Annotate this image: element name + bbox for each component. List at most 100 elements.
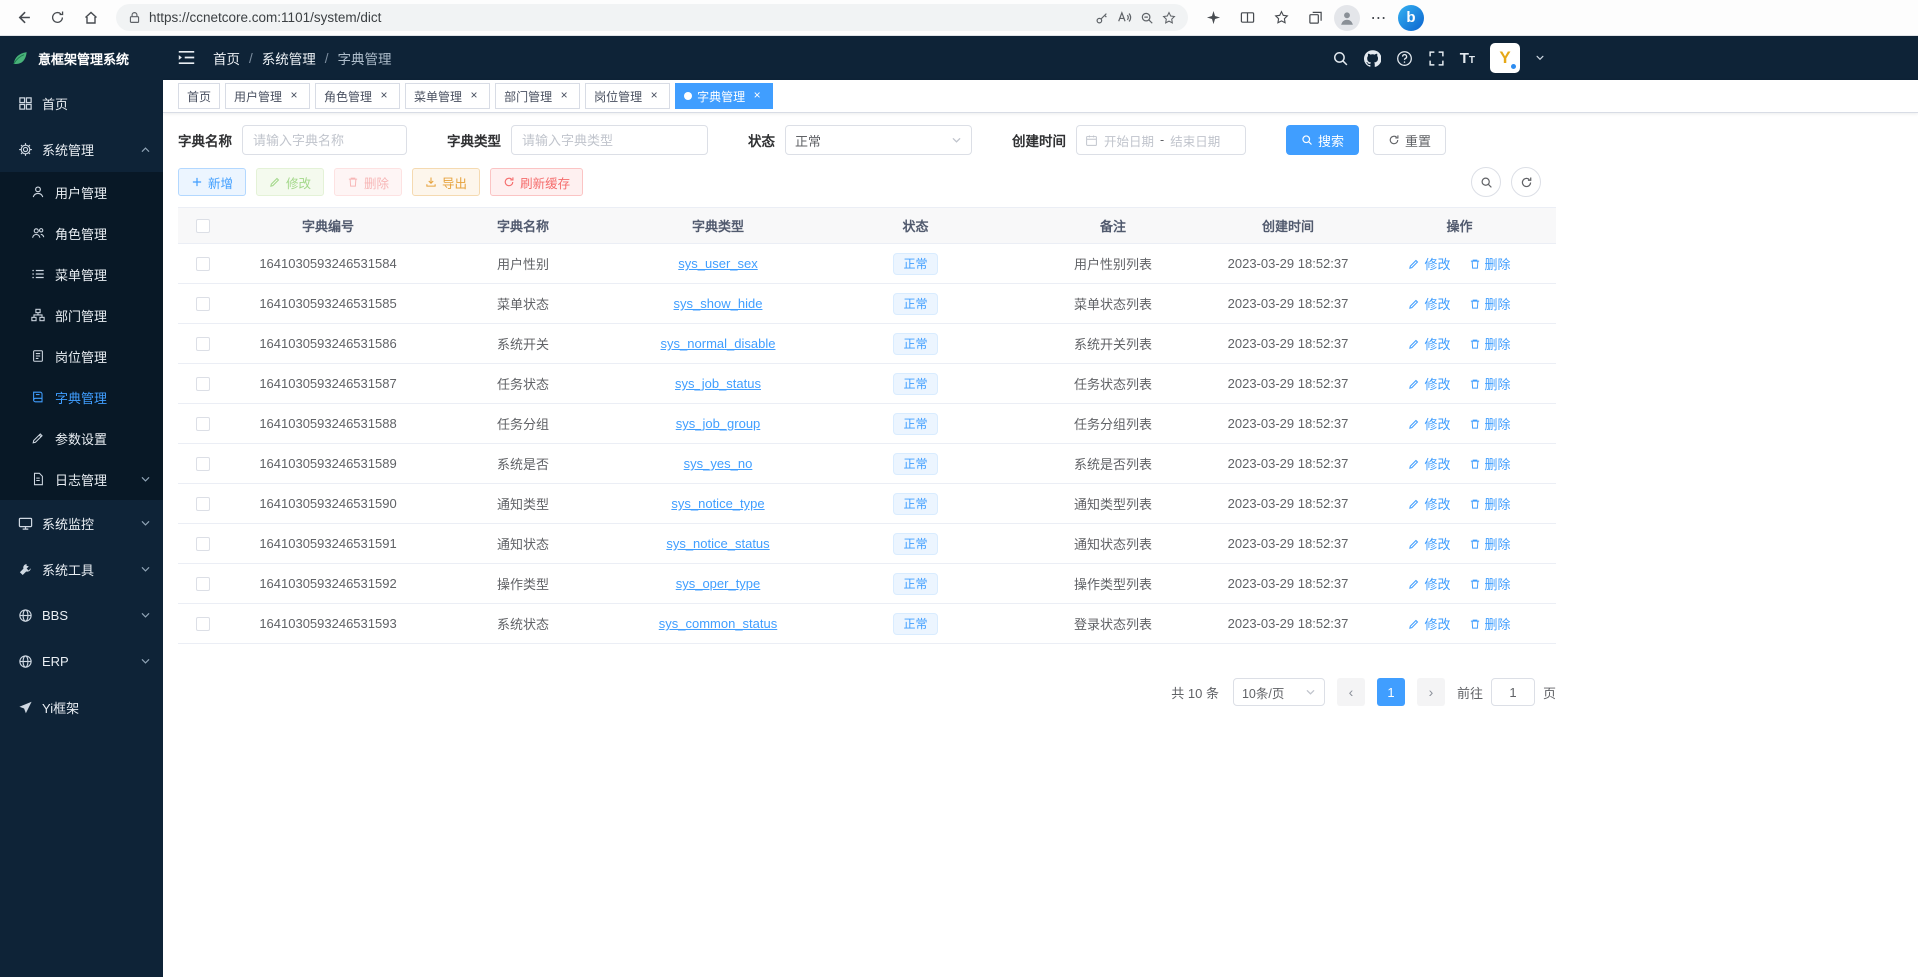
dict-type-input[interactable] bbox=[511, 125, 708, 155]
sidebar-item-post-mgmt[interactable]: 岗位管理 bbox=[0, 336, 163, 377]
export-button[interactable]: 导出 bbox=[412, 168, 480, 196]
row-edit-button[interactable]: 修改 bbox=[1408, 494, 1450, 513]
row-delete-button[interactable]: 删除 bbox=[1469, 294, 1511, 313]
page-1-button[interactable]: 1 bbox=[1377, 678, 1405, 706]
row-edit-button[interactable]: 修改 bbox=[1408, 334, 1450, 353]
sidebar-item-dict-mgmt[interactable]: 字典管理 bbox=[0, 377, 163, 418]
next-page-button[interactable]: › bbox=[1417, 678, 1445, 706]
dict-type-link[interactable]: sys_job_status bbox=[675, 376, 761, 391]
reset-button[interactable]: 重置 bbox=[1373, 125, 1446, 155]
collections-icon[interactable] bbox=[1300, 4, 1330, 32]
more-menu-icon[interactable]: ⋯ bbox=[1364, 4, 1394, 32]
split-screen-icon[interactable] bbox=[1232, 4, 1262, 32]
select-all-checkbox[interactable] bbox=[196, 219, 210, 233]
tab-item[interactable]: 岗位管理× bbox=[585, 83, 670, 109]
favorites-icon[interactable] bbox=[1266, 4, 1296, 32]
close-icon[interactable]: × bbox=[750, 89, 764, 103]
row-checkbox[interactable] bbox=[196, 497, 210, 511]
favorite-add-icon[interactable] bbox=[1162, 11, 1176, 25]
search-icon[interactable] bbox=[1332, 50, 1349, 67]
refresh-table-button[interactable] bbox=[1511, 167, 1541, 197]
font-size-icon[interactable]: TT bbox=[1460, 51, 1475, 66]
dict-type-link[interactable]: sys_common_status bbox=[659, 616, 778, 631]
edit-button[interactable]: 修改 bbox=[256, 168, 324, 196]
row-checkbox[interactable] bbox=[196, 537, 210, 551]
dict-type-link[interactable]: sys_job_group bbox=[676, 416, 761, 431]
row-checkbox[interactable] bbox=[196, 377, 210, 391]
row-checkbox[interactable] bbox=[196, 297, 210, 311]
dict-type-link[interactable]: sys_yes_no bbox=[684, 456, 753, 471]
row-checkbox[interactable] bbox=[196, 337, 210, 351]
close-icon[interactable]: × bbox=[377, 89, 391, 103]
close-icon[interactable]: × bbox=[467, 89, 481, 103]
back-icon[interactable] bbox=[8, 4, 38, 32]
dict-type-link[interactable]: sys_notice_type bbox=[671, 496, 764, 511]
breadcrumb-system[interactable]: 系统管理 bbox=[262, 48, 316, 68]
search-button[interactable]: 搜索 bbox=[1286, 125, 1359, 155]
bing-icon[interactable]: b bbox=[1398, 5, 1424, 31]
row-edit-button[interactable]: 修改 bbox=[1408, 534, 1450, 553]
sidebar-item-config[interactable]: 参数设置 bbox=[0, 418, 163, 459]
sidebar-item-home[interactable]: 首页 bbox=[0, 80, 163, 126]
tab-item[interactable]: 部门管理× bbox=[495, 83, 580, 109]
close-icon[interactable]: × bbox=[557, 89, 571, 103]
dict-type-link[interactable]: sys_notice_status bbox=[666, 536, 769, 551]
row-edit-button[interactable]: 修改 bbox=[1408, 374, 1450, 393]
breadcrumb-home[interactable]: 首页 bbox=[213, 48, 240, 68]
sidebar-item-role-mgmt[interactable]: 角色管理 bbox=[0, 213, 163, 254]
sidebar-item-bbs[interactable]: BBS bbox=[0, 592, 163, 638]
app-logo[interactable]: 意框架管理系统 bbox=[0, 36, 163, 80]
chevron-down-icon[interactable] bbox=[1535, 53, 1545, 63]
sidebar-item-menu-mgmt[interactable]: 菜单管理 bbox=[0, 254, 163, 295]
row-edit-button[interactable]: 修改 bbox=[1408, 614, 1450, 633]
add-button[interactable]: 新增 bbox=[178, 168, 246, 196]
row-edit-button[interactable]: 修改 bbox=[1408, 414, 1450, 433]
status-select[interactable]: 正常 bbox=[785, 125, 972, 155]
row-delete-button[interactable]: 删除 bbox=[1469, 454, 1511, 473]
show-search-toggle-button[interactable] bbox=[1471, 167, 1501, 197]
password-key-icon[interactable] bbox=[1095, 11, 1109, 25]
date-range-picker[interactable]: 开始日期 - 结束日期 bbox=[1076, 125, 1246, 155]
row-delete-button[interactable]: 删除 bbox=[1469, 254, 1511, 273]
sidebar-item-system[interactable]: 系统管理 bbox=[0, 126, 163, 172]
sidebar-item-log-mgmt[interactable]: 日志管理 bbox=[0, 459, 163, 500]
prev-page-button[interactable]: ‹ bbox=[1337, 678, 1365, 706]
refresh-icon[interactable] bbox=[42, 4, 72, 32]
row-delete-button[interactable]: 删除 bbox=[1469, 534, 1511, 553]
sidebar-item-tools[interactable]: 系统工具 bbox=[0, 546, 163, 592]
goto-page-input[interactable] bbox=[1491, 678, 1535, 706]
help-icon[interactable] bbox=[1396, 50, 1413, 67]
fullscreen-icon[interactable] bbox=[1428, 50, 1445, 67]
dict-type-link[interactable]: sys_normal_disable bbox=[661, 336, 776, 351]
github-icon[interactable] bbox=[1364, 50, 1381, 67]
row-checkbox[interactable] bbox=[196, 257, 210, 271]
sidebar-item-monitor[interactable]: 系统监控 bbox=[0, 500, 163, 546]
row-delete-button[interactable]: 删除 bbox=[1469, 574, 1511, 593]
row-checkbox[interactable] bbox=[196, 617, 210, 631]
dict-type-link[interactable]: sys_show_hide bbox=[674, 296, 763, 311]
page-size-select[interactable]: 10条/页 bbox=[1233, 678, 1325, 706]
delete-button[interactable]: 删除 bbox=[334, 168, 402, 196]
sidebar-toggle-icon[interactable] bbox=[177, 48, 197, 68]
tab-item[interactable]: 角色管理× bbox=[315, 83, 400, 109]
address-bar[interactable]: https://ccnetcore.com:1101/system/dict bbox=[116, 4, 1188, 31]
tab-item[interactable]: 首页 bbox=[178, 83, 220, 109]
row-delete-button[interactable]: 删除 bbox=[1469, 334, 1511, 353]
row-edit-button[interactable]: 修改 bbox=[1408, 574, 1450, 593]
row-delete-button[interactable]: 删除 bbox=[1469, 614, 1511, 633]
zoom-out-icon[interactable] bbox=[1140, 11, 1154, 25]
sidebar-item-dept-mgmt[interactable]: 部门管理 bbox=[0, 295, 163, 336]
row-checkbox[interactable] bbox=[196, 417, 210, 431]
dict-type-link[interactable]: sys_oper_type bbox=[676, 576, 761, 591]
extension-icon[interactable] bbox=[1198, 4, 1228, 32]
row-checkbox[interactable] bbox=[196, 457, 210, 471]
row-delete-button[interactable]: 删除 bbox=[1469, 374, 1511, 393]
row-delete-button[interactable]: 删除 bbox=[1469, 494, 1511, 513]
tab-item[interactable]: 用户管理× bbox=[225, 83, 310, 109]
row-edit-button[interactable]: 修改 bbox=[1408, 254, 1450, 273]
dict-name-input[interactable] bbox=[242, 125, 407, 155]
tab-item[interactable]: 字典管理× bbox=[675, 83, 773, 109]
read-aloud-icon[interactable] bbox=[1117, 10, 1132, 25]
refresh-cache-button[interactable]: 刷新缓存 bbox=[490, 168, 583, 196]
row-checkbox[interactable] bbox=[196, 577, 210, 591]
